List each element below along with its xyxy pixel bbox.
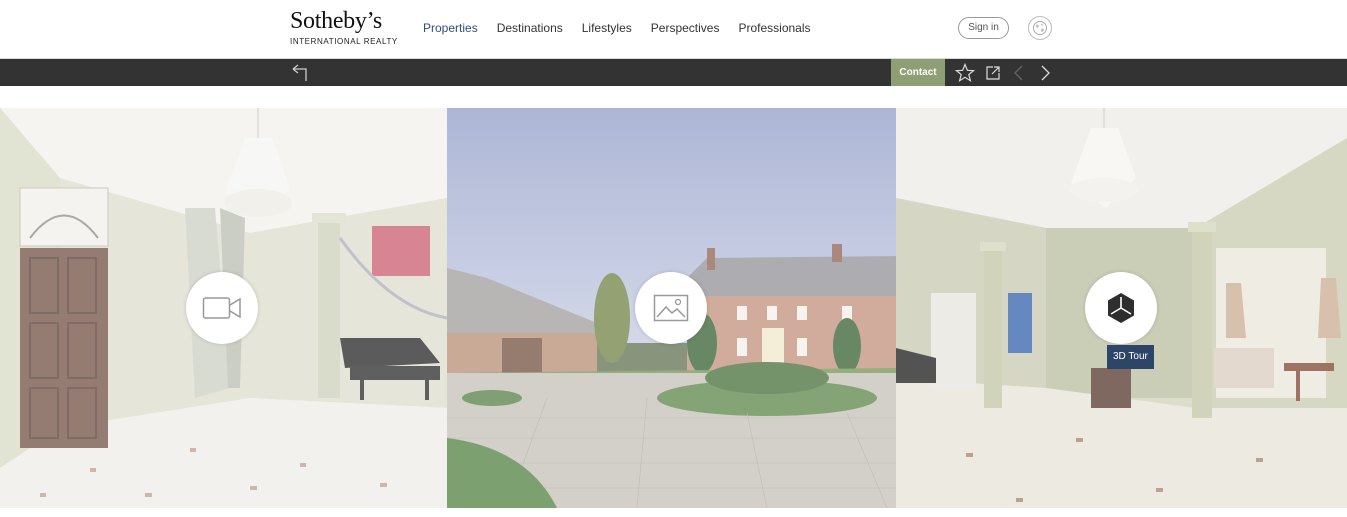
gallery-panel-photos[interactable] bbox=[447, 108, 896, 508]
listing-action-bar: Contact bbox=[0, 59, 1347, 86]
gallery-panel-3d-tour[interactable]: 3D Tour bbox=[896, 108, 1347, 508]
previous-arrow-icon[interactable] bbox=[1008, 62, 1030, 84]
logo[interactable]: Sotheby’s INTERNATIONAL REALTY bbox=[290, 9, 400, 46]
star-icon[interactable] bbox=[954, 62, 976, 84]
sign-in-button[interactable]: Sign in bbox=[958, 17, 1009, 39]
gallery-panel-video[interactable] bbox=[0, 108, 447, 508]
main-nav: Properties Destinations Lifestyles Persp… bbox=[423, 20, 830, 36]
logo-main-text: Sotheby’s bbox=[290, 8, 382, 34]
nav-item-lifestyles[interactable]: Lifestyles bbox=[582, 20, 632, 36]
nav-item-professionals[interactable]: Professionals bbox=[738, 20, 810, 36]
3d-tour-icon[interactable] bbox=[1085, 272, 1157, 344]
next-arrow-icon[interactable] bbox=[1034, 62, 1056, 84]
contact-button[interactable]: Contact bbox=[891, 59, 945, 86]
media-gallery: 3D Tour bbox=[0, 108, 1347, 508]
logo-sub-text: INTERNATIONAL REALTY bbox=[290, 37, 398, 46]
3d-tour-tooltip: 3D Tour bbox=[1107, 345, 1154, 369]
nav-item-properties[interactable]: Properties bbox=[423, 20, 478, 36]
share-icon[interactable] bbox=[982, 62, 1004, 84]
back-arrow-icon[interactable] bbox=[289, 62, 311, 84]
site-header: Sotheby’s INTERNATIONAL REALTY Propertie… bbox=[0, 0, 1347, 59]
nav-item-destinations[interactable]: Destinations bbox=[497, 20, 563, 36]
globe-icon[interactable] bbox=[1028, 16, 1052, 40]
nav-item-perspectives[interactable]: Perspectives bbox=[651, 20, 720, 36]
image-icon[interactable] bbox=[635, 272, 707, 344]
video-camera-icon[interactable] bbox=[186, 272, 258, 344]
